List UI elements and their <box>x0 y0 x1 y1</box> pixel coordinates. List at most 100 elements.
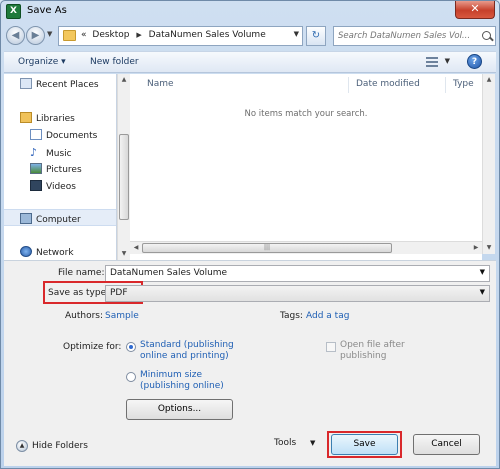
empty-folder-message: No items match your search. <box>244 109 368 119</box>
computer-icon <box>20 213 32 224</box>
save-as-type-label: Save as type: <box>48 288 110 298</box>
option-label-line: Minimum size <box>140 370 203 380</box>
scroll-down-icon[interactable]: ▼ <box>118 248 130 260</box>
navigation-pane: Recent Places Libraries Documents ♪ Music… <box>4 74 117 260</box>
column-header-name[interactable]: Name <box>147 79 174 89</box>
navigation-bar: ◀ ▶ ▼ « Desktop ▶ DataNumen Sales Volume… <box>4 23 498 49</box>
file-list-horizontal-scrollbar[interactable]: ◀ ||| ▶ <box>130 241 482 254</box>
option-label-line: Open file after <box>340 340 405 350</box>
forward-button[interactable]: ▶ <box>26 26 45 45</box>
nav-label: Music <box>46 149 72 159</box>
nav-pictures[interactable]: Pictures <box>30 163 82 175</box>
scroll-up-icon[interactable]: ▲ <box>118 74 130 86</box>
excel-app-icon: X <box>6 4 21 19</box>
recent-pages-dropdown-icon[interactable]: ▼ <box>47 30 52 38</box>
address-dropdown-icon[interactable]: ▼ <box>294 30 299 38</box>
save-options-panel: File name: DataNumen Sales Volume ▼ Save… <box>4 260 496 466</box>
authors-label: Authors: <box>65 311 104 321</box>
breadcrumb-overflow[interactable]: « <box>81 30 87 40</box>
recent-places-icon <box>20 78 32 89</box>
search-input[interactable] <box>338 29 478 43</box>
address-bar[interactable]: « Desktop ▶ DataNumen Sales Volume ▼ <box>58 26 303 46</box>
option-label-line: online and printing) <box>140 351 229 361</box>
nav-label: Recent Places <box>36 80 99 90</box>
standard-option-label[interactable]: Standard (publishing online and printing… <box>140 340 234 362</box>
search-box[interactable] <box>333 26 496 46</box>
nav-label: Documents <box>46 131 98 141</box>
column-divider[interactable] <box>348 77 349 93</box>
nav-network[interactable]: Network <box>20 246 74 258</box>
scrollbar-thumb[interactable] <box>119 134 129 220</box>
back-button[interactable]: ◀ <box>6 26 25 45</box>
save-button[interactable]: Save <box>331 434 398 455</box>
tools-dropdown-icon[interactable]: ▼ <box>310 439 315 447</box>
close-button[interactable]: ✕ <box>455 1 495 19</box>
nav-recent-places[interactable]: Recent Places <box>20 78 99 90</box>
optimize-for-label: Optimize for: <box>63 342 122 352</box>
new-folder-button[interactable]: New folder <box>90 57 139 67</box>
nav-music[interactable]: ♪ Music <box>30 146 72 159</box>
column-header-type[interactable]: Type <box>453 79 474 89</box>
nav-label: Libraries <box>36 114 75 124</box>
save-as-type-dropdown-icon[interactable]: ▼ <box>480 288 485 296</box>
column-header-date-modified[interactable]: Date modified <box>356 79 420 89</box>
hide-folders-icon[interactable]: ▲ <box>16 440 28 452</box>
add-tag-link[interactable]: Add a tag <box>306 311 349 321</box>
save-as-type-select[interactable]: PDF ▼ <box>105 285 490 302</box>
nav-label: Computer <box>36 215 81 225</box>
tags-label: Tags: <box>280 311 303 321</box>
scroll-left-icon[interactable]: ◀ <box>130 242 142 254</box>
nav-computer[interactable]: Computer <box>20 213 81 225</box>
videos-icon <box>30 180 42 191</box>
options-button[interactable]: Options... <box>126 399 233 420</box>
music-icon: ♪ <box>30 146 38 159</box>
authors-value[interactable]: Sample <box>105 311 139 321</box>
option-label-line: publishing <box>340 351 387 361</box>
nav-label: Videos <box>46 182 76 192</box>
nav-videos[interactable]: Videos <box>30 180 76 192</box>
breadcrumb: « Desktop ▶ DataNumen Sales Volume <box>81 30 266 40</box>
organize-button[interactable]: Organize ▾ <box>18 57 66 67</box>
open-file-after-publishing-label[interactable]: Open file after publishing <box>340 340 405 362</box>
search-icon[interactable] <box>482 31 491 40</box>
command-toolbar: Organize ▾ New folder ▼ ? <box>4 51 496 73</box>
title-bar: X Save As ✕ <box>1 1 499 23</box>
option-label-line: Standard (publishing <box>140 340 234 350</box>
help-icon[interactable]: ? <box>467 54 482 69</box>
documents-icon <box>30 129 42 140</box>
nav-libraries[interactable]: Libraries <box>20 112 75 124</box>
scroll-down-icon[interactable]: ▼ <box>483 242 495 254</box>
file-name-input[interactable]: DataNumen Sales Volume ▼ <box>105 265 490 282</box>
tools-button[interactable]: Tools <box>274 438 296 448</box>
hide-folders-button[interactable]: Hide Folders <box>32 441 88 451</box>
cancel-button[interactable]: Cancel <box>413 434 480 455</box>
file-name-dropdown-icon[interactable]: ▼ <box>480 268 485 276</box>
minimum-size-option-label[interactable]: Minimum size (publishing online) <box>140 370 224 392</box>
nav-label: Pictures <box>46 165 82 175</box>
navigation-pane-scrollbar[interactable]: ▲ ▼ <box>117 74 130 260</box>
window-title: Save As <box>27 5 67 16</box>
file-name-label: File name: <box>58 268 105 278</box>
breadcrumb-current-folder[interactable]: DataNumen Sales Volume <box>149 30 266 40</box>
file-list-vertical-scrollbar[interactable]: ▲ ▼ <box>482 74 495 254</box>
scroll-right-icon[interactable]: ▶ <box>470 242 482 254</box>
scroll-up-icon[interactable]: ▲ <box>483 74 495 86</box>
file-list: Name Date modified Type No items match y… <box>130 74 482 260</box>
scrollbar-thumb[interactable]: ||| <box>142 243 392 253</box>
view-options-dropdown-icon[interactable]: ▼ <box>445 57 450 65</box>
nav-documents[interactable]: Documents <box>30 129 97 141</box>
minimum-size-radio[interactable] <box>126 372 136 382</box>
column-divider[interactable] <box>445 77 446 93</box>
refresh-button[interactable]: ↻ <box>306 26 326 46</box>
standard-radio[interactable] <box>126 342 136 352</box>
change-view-icon[interactable] <box>426 57 438 67</box>
pictures-icon <box>30 163 42 174</box>
nav-label: Network <box>36 248 74 258</box>
save-as-dialog: X Save As ✕ ◀ ▶ ▼ « Desktop ▶ DataNumen … <box>0 0 500 469</box>
open-file-after-publishing-checkbox[interactable] <box>326 342 336 352</box>
breadcrumb-separator-icon[interactable]: ▶ <box>132 31 145 39</box>
save-as-type-value: PDF <box>110 288 128 298</box>
libraries-icon <box>20 112 32 123</box>
breadcrumb-desktop[interactable]: Desktop <box>89 30 129 40</box>
option-label-line: (publishing online) <box>140 381 224 391</box>
